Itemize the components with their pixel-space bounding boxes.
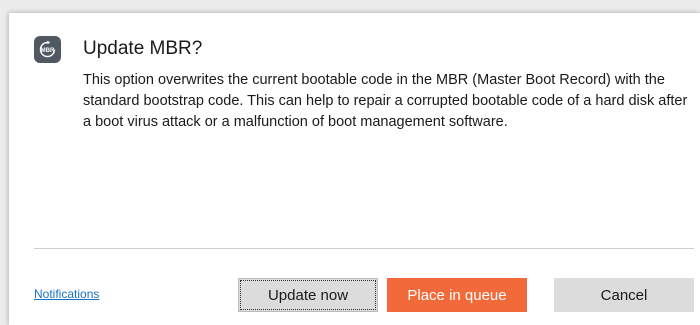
mbr-icon-graphic: MBR — [39, 40, 56, 58]
mbr-icon-label: MBR — [41, 48, 55, 54]
mbr-icon: MBR — [34, 36, 61, 63]
place-in-queue-button[interactable]: Place in queue — [387, 278, 527, 312]
update-now-button[interactable]: Update now — [238, 278, 378, 312]
footer-divider — [34, 248, 694, 249]
cancel-button[interactable]: Cancel — [554, 278, 694, 312]
dialog-message: This option overwrites the current boota… — [83, 72, 688, 130]
update-mbr-dialog: MBR Update MBR? This option overwrites t… — [9, 13, 700, 325]
dialog-title: Update MBR? — [83, 38, 203, 59]
notifications-link[interactable]: Notifications — [34, 287, 99, 301]
